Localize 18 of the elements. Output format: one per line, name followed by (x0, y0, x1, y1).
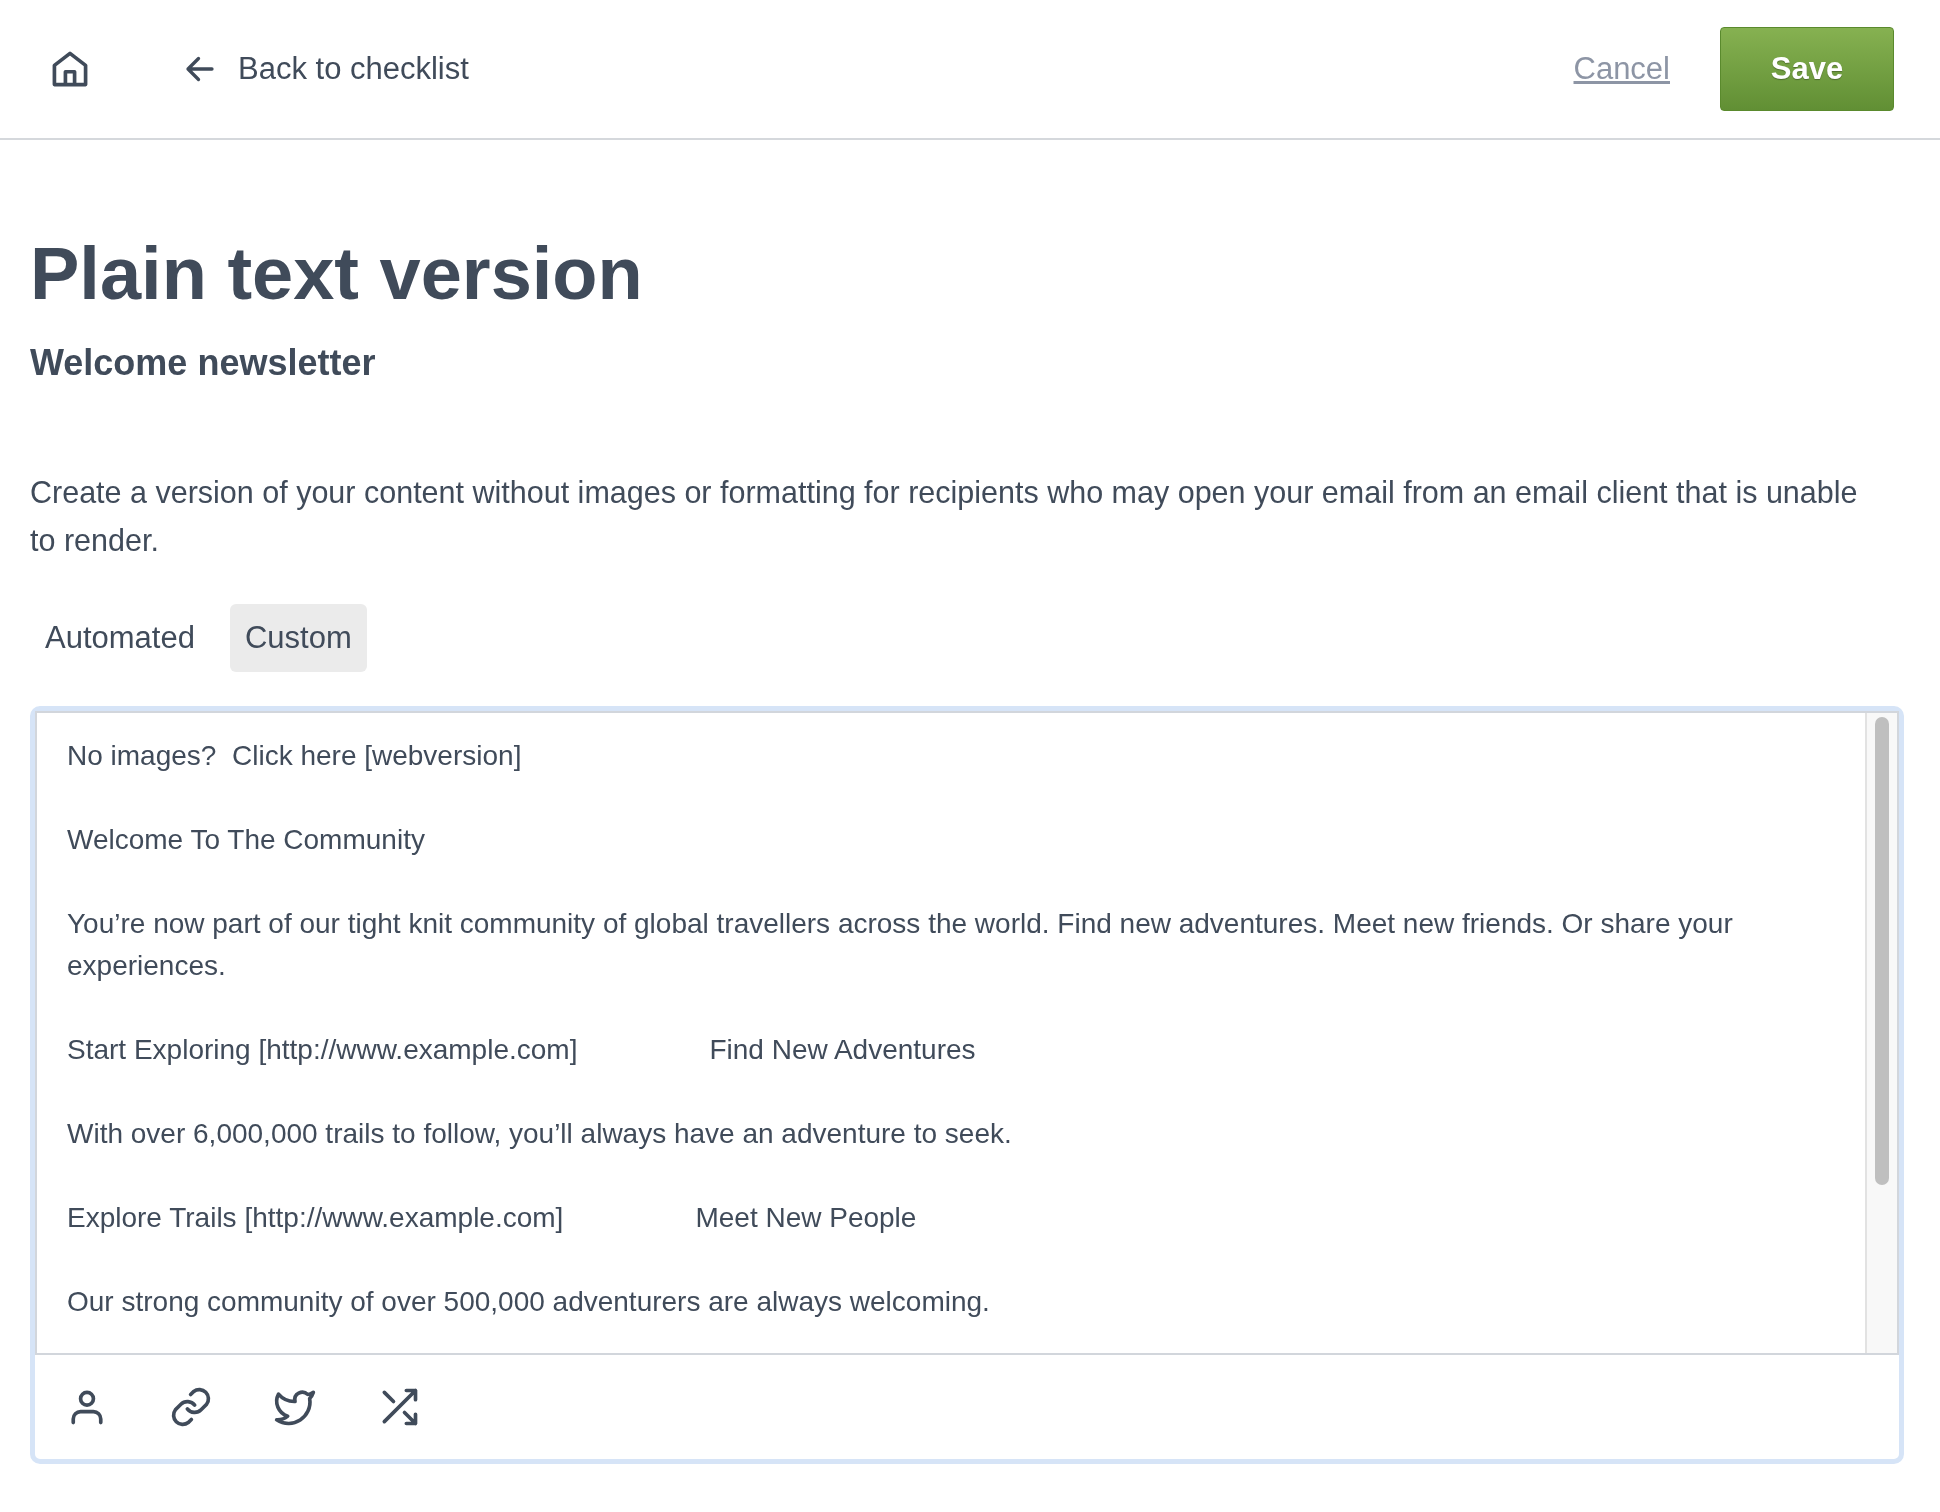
back-link[interactable]: Back to checklist (182, 51, 469, 87)
editor-text: Meet New People (695, 1202, 917, 1233)
editor-text: Our strong community of over 500,000 adventurers are always welcoming. (67, 1286, 990, 1317)
scrollbar-thumb[interactable] (1875, 717, 1889, 1185)
editor-text: With over 6,000,000 trails to follow, you’ll always have an adventure to seek. (67, 1118, 1012, 1149)
editor-text: You’re now part of our tight knit community of global travellers across the world. Find new adventures. Meet new friends. Or share your experiences. (67, 908, 1734, 981)
editor-text: Explore Trails [http://www.example.com] (67, 1202, 564, 1233)
page-title: Plain text version (30, 231, 644, 317)
editor-text: Welcome To The Community (67, 824, 425, 855)
page-subtitle: Welcome newsletter (30, 342, 377, 384)
tab[interactable]: Custom (229, 604, 367, 672)
description: Create a version of your content without images or formatting for recipients who may open your email from an email client that is unable to render. (30, 474, 1859, 559)
tab[interactable]: Automated (30, 604, 210, 672)
editor-text: Start Exploring [http://www.example.com] (67, 1034, 578, 1065)
link-icon[interactable] (169, 1385, 213, 1429)
editor-text: Find New Adventures (709, 1034, 976, 1065)
text-editor[interactable] (30, 706, 1904, 1464)
editor-text: No images? Click here [webversion] (67, 740, 522, 771)
